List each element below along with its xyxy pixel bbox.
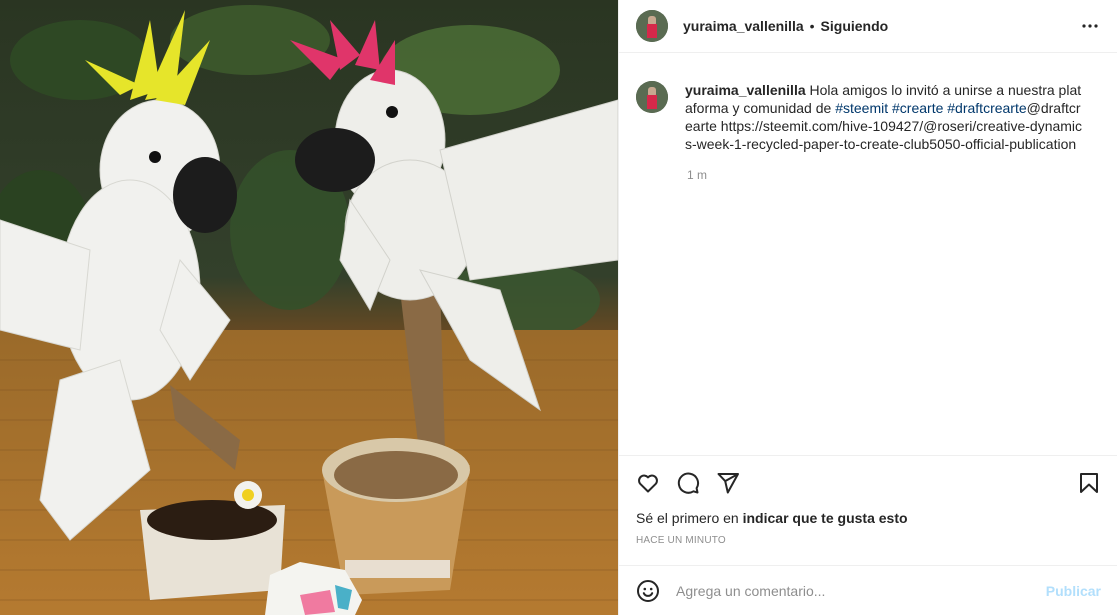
- separator-dot: •: [809, 18, 815, 34]
- caption-avatar[interactable]: [636, 81, 668, 113]
- heart-icon: [638, 474, 658, 493]
- share-button[interactable]: [715, 470, 741, 496]
- post-timestamp[interactable]: HACE UN MINUTO: [619, 535, 1117, 546]
- like-link[interactable]: indicar que te gusta esto: [743, 510, 908, 526]
- comment-button[interactable]: [675, 470, 701, 496]
- cockatoo-craft-photo: [0, 0, 618, 615]
- more-options-button[interactable]: [1078, 14, 1102, 38]
- smiley-icon: [637, 579, 659, 602]
- avatar-image: [636, 10, 668, 42]
- like-button[interactable]: [635, 470, 661, 496]
- add-comment-bar: Publicar: [619, 565, 1117, 615]
- action-bar-section: Sé el primero en indicar que te gusta es…: [619, 455, 1117, 546]
- hashtag-steemit[interactable]: #steemit: [835, 100, 888, 116]
- caption-username[interactable]: yuraima_vallenilla: [685, 82, 806, 98]
- hashtag-crearte[interactable]: #crearte: [892, 100, 943, 116]
- more-horizontal-icon: [1082, 24, 1098, 28]
- caption: yuraima_vallenilla Hola amigos lo invitó…: [636, 81, 1101, 153]
- send-icon: [717, 473, 739, 494]
- caption-time[interactable]: 1 m: [687, 168, 1101, 182]
- bookmark-icon: [1080, 473, 1098, 493]
- header-username[interactable]: yuraima_vallenilla: [683, 18, 804, 34]
- publish-button[interactable]: Publicar: [1046, 583, 1101, 599]
- comment-input[interactable]: [676, 582, 1016, 599]
- likes-text: Sé el primero en indicar que te gusta es…: [619, 510, 1117, 526]
- emoji-button[interactable]: [636, 579, 660, 603]
- post-sidebar: yuraima_vallenilla • Siguiendo yuraima_v…: [618, 0, 1117, 615]
- likes-prefix: Sé el primero en: [636, 510, 743, 526]
- action-bar: [619, 456, 1117, 510]
- avatar-image: [636, 81, 668, 113]
- hashtag-draftcrearte[interactable]: #draftcrearte: [947, 100, 1026, 116]
- post-header: yuraima_vallenilla • Siguiendo: [619, 0, 1117, 53]
- avatar[interactable]: [636, 10, 668, 42]
- save-button[interactable]: [1076, 470, 1102, 496]
- following-button[interactable]: Siguiendo: [821, 18, 889, 34]
- post-view: yuraima_vallenilla • Siguiendo yuraima_v…: [0, 0, 1117, 615]
- comment-icon: [677, 472, 700, 494]
- post-image[interactable]: [0, 0, 618, 615]
- comments-section: yuraima_vallenilla Hola amigos lo invitó…: [619, 54, 1117, 454]
- caption-text: yuraima_vallenilla Hola amigos lo invitó…: [685, 81, 1085, 153]
